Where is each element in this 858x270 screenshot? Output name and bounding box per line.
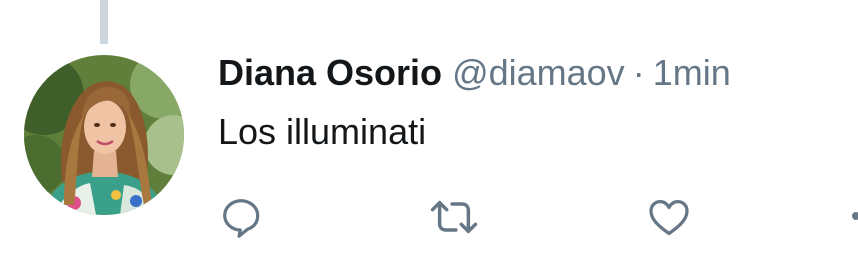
reply-button[interactable] [214,190,268,244]
like-button[interactable] [642,190,696,244]
avatar[interactable] [24,55,184,215]
profile-photo [24,55,184,215]
display-name[interactable]: Diana Osorio [218,52,442,93]
heart-icon [649,200,689,236]
timestamp[interactable]: 1min [653,52,731,93]
user-handle[interactable]: @diamaov [452,52,625,93]
thread-connector-line [100,0,108,44]
tweet-text: Los illuminati [218,111,427,152]
share-icon[interactable] [852,212,858,220]
separator-dot: · [632,52,645,93]
retweet-button[interactable] [427,190,481,244]
tweet-header: Diana Osorio @diamaov · 1min [218,49,731,105]
retweet-icon [430,200,478,234]
reply-icon [223,199,260,238]
